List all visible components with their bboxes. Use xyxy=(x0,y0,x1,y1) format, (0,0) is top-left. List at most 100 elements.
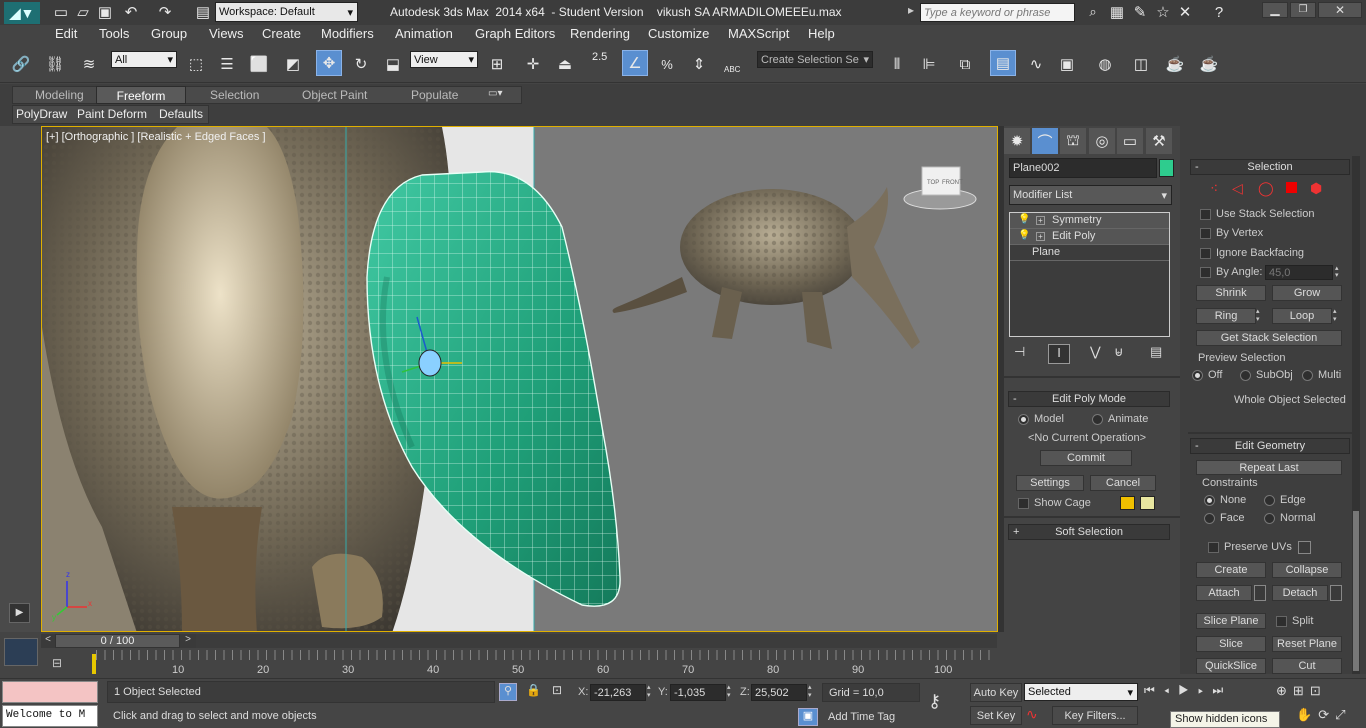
snap-toggle-icon[interactable]: 2.5 xyxy=(592,51,618,75)
selection-filter-dropdown[interactable]: All ▾ xyxy=(111,51,177,68)
preserve-uvs-checkbox[interactable]: Preserve UVs xyxy=(1208,541,1292,553)
close-button[interactable]: ✕ xyxy=(1318,2,1362,18)
ref-coord-dropdown[interactable]: View ▾ xyxy=(410,51,478,68)
preserve-uvs-settings-icon[interactable] xyxy=(1298,541,1311,554)
auto-key-button[interactable]: Auto Key xyxy=(970,683,1022,702)
constraint-normal-radio[interactable]: Normal xyxy=(1264,512,1315,524)
select-by-name-icon[interactable]: ☰ xyxy=(214,51,240,77)
cage-selected-color-swatch[interactable] xyxy=(1140,496,1155,510)
ignore-backfacing-checkbox[interactable]: Ignore Backfacing xyxy=(1200,247,1304,259)
by-vertex-checkbox[interactable]: By Vertex xyxy=(1200,227,1263,239)
lightbulb-icon[interactable]: 💡 xyxy=(1018,214,1030,225)
unlink-icon[interactable]: ⛓ xyxy=(42,51,68,77)
tab-selection[interactable]: Selection xyxy=(210,88,259,102)
slice-plane-button[interactable]: Slice Plane xyxy=(1196,613,1266,629)
expand-plus-icon[interactable]: + xyxy=(1036,232,1045,241)
y-spinner[interactable]: ▴ ▾ xyxy=(727,684,735,701)
bind-spacewarp-icon[interactable]: ≋ xyxy=(76,51,102,77)
exchange-icon[interactable]: ✕ xyxy=(1172,0,1198,24)
create-button[interactable]: Create xyxy=(1196,562,1266,578)
app-logo-icon[interactable]: ◢▼ xyxy=(4,2,40,24)
use-stack-selection-checkbox[interactable]: Use Stack Selection xyxy=(1200,208,1314,220)
pivot-center-icon[interactable]: ⊞ xyxy=(484,51,510,77)
lightbulb-icon[interactable]: 💡 xyxy=(1018,230,1030,241)
manipulate-icon[interactable]: ✛ xyxy=(520,51,546,77)
layers-icon[interactable]: ⧉ xyxy=(952,51,978,77)
set-key-key-icon[interactable]: ⚷ xyxy=(928,691,964,713)
absolute-mode-icon[interactable]: ⊡ xyxy=(552,683,568,701)
menu-modifiers[interactable]: Modifiers xyxy=(321,26,374,41)
stack-item-symmetry[interactable]: 💡 + Symmetry xyxy=(1010,213,1169,229)
help-icon[interactable]: ? xyxy=(1206,0,1232,24)
attach-button[interactable]: Attach xyxy=(1196,585,1252,601)
minimize-button[interactable]: ▁ xyxy=(1262,2,1288,18)
display-tab-icon[interactable]: ▭ xyxy=(1117,128,1143,154)
zoom-all-icon[interactable]: ⊞ xyxy=(1293,683,1310,698)
time-slider-thumb[interactable]: 0 / 100 xyxy=(55,634,180,648)
window-crossing-icon[interactable]: ◩ xyxy=(280,51,306,77)
mini-curve-editor-icon[interactable] xyxy=(4,638,38,666)
object-name-field[interactable]: Plane002 xyxy=(1009,158,1157,178)
cage-color-swatch[interactable] xyxy=(1120,496,1135,510)
y-coordinate-field[interactable]: -1,035 xyxy=(670,684,726,701)
named-selection-dropdown[interactable]: Create Selection Se ▾ xyxy=(757,51,873,68)
viewport[interactable]: [+] [Orthographic ] [Realistic + Edged F… xyxy=(41,126,998,632)
restore-button[interactable]: ❐ xyxy=(1290,2,1316,18)
show-end-result-icon[interactable]: Ι xyxy=(1048,344,1070,364)
schematic-view-icon[interactable]: ▣ xyxy=(1054,51,1080,77)
stack-item-edit-poly[interactable]: 💡 + Edit Poly xyxy=(1010,229,1169,245)
z-coordinate-field[interactable]: 25,502 xyxy=(751,684,807,701)
track-ruler[interactable] xyxy=(96,650,992,660)
x-coordinate-field[interactable]: -21,263 xyxy=(590,684,646,701)
project-folder-icon[interactable]: ▤ xyxy=(190,0,216,24)
scrollbar-thumb[interactable] xyxy=(1353,511,1359,671)
keyboard-shortcut-icon[interactable]: ⏏ xyxy=(552,51,578,77)
menu-create[interactable]: Create xyxy=(262,26,301,41)
undo-icon[interactable]: ↶ xyxy=(118,0,144,24)
quickslice-button[interactable]: QuickSlice xyxy=(1196,658,1266,674)
show-cage-checkbox[interactable]: Show Cage xyxy=(1018,497,1091,509)
workspace-dropdown[interactable]: Workspace: Default ▾ xyxy=(215,2,358,22)
tab-modeling[interactable]: Modeling xyxy=(35,88,84,102)
set-key-button[interactable]: Set Key xyxy=(970,706,1022,725)
menu-edit[interactable]: Edit xyxy=(55,26,77,41)
loop-spinner[interactable]: ▴ ▾ xyxy=(1333,308,1341,324)
make-unique-icon[interactable]: ⋁ xyxy=(1090,344,1101,360)
rendered-frame-icon[interactable]: ☕ xyxy=(1162,51,1188,77)
render-setup-icon[interactable]: ◫ xyxy=(1128,51,1154,77)
maximize-viewport-icon[interactable]: ⤢ xyxy=(1335,707,1351,722)
save-icon[interactable]: ▣ xyxy=(92,0,118,24)
time-slider-track[interactable] xyxy=(196,634,997,648)
modify-tab-icon[interactable]: ⌒ xyxy=(1032,128,1058,154)
ribbon-options-icon[interactable]: ▭▾ xyxy=(488,88,516,102)
preview-off-radio[interactable]: Off xyxy=(1192,369,1222,381)
border-level-icon[interactable]: ◯ xyxy=(1258,180,1274,197)
animate-radio[interactable]: Animate xyxy=(1092,413,1148,425)
edit-poly-mode-header[interactable]: - Edit Poly Mode xyxy=(1008,391,1170,407)
loop-button[interactable]: Loop xyxy=(1272,308,1332,324)
constraint-edge-radio[interactable]: Edge xyxy=(1264,494,1306,506)
edit-geometry-header[interactable]: - Edit Geometry xyxy=(1190,438,1350,454)
object-color-swatch[interactable] xyxy=(1159,159,1174,177)
curve-editor-icon[interactable]: ∿ xyxy=(1023,51,1049,77)
x-spinner[interactable]: ▴ ▾ xyxy=(647,684,655,701)
constraint-none-radio[interactable]: None xyxy=(1204,494,1246,506)
repeat-last-button[interactable]: Repeat Last xyxy=(1196,460,1342,475)
soft-selection-header[interactable]: + Soft Selection xyxy=(1008,524,1170,540)
cancel-button[interactable]: Cancel xyxy=(1090,475,1156,491)
shrink-button[interactable]: Shrink xyxy=(1196,285,1266,301)
maxscript-listener-top[interactable] xyxy=(2,681,98,703)
material-editor-icon[interactable]: ◍ xyxy=(1092,51,1118,77)
time-tag-icon[interactable]: ▣ xyxy=(798,708,818,726)
motion-tab-icon[interactable]: ◎ xyxy=(1089,128,1115,154)
expand-plus-icon[interactable]: + xyxy=(1036,216,1045,225)
menu-graph-editors[interactable]: Graph Editors xyxy=(475,26,555,41)
collapse-button[interactable]: Collapse xyxy=(1272,562,1342,578)
isolate-selection-icon[interactable]: ⚲ xyxy=(499,683,517,701)
help-search-input[interactable]: Type a keyword or phrase xyxy=(920,3,1075,22)
align-icon[interactable]: ⊫ xyxy=(916,51,942,77)
pin-stack-icon[interactable]: ⊣ xyxy=(1014,344,1025,360)
time-next-icon[interactable]: > xyxy=(180,634,196,648)
mirror-icon[interactable]: ⫴ xyxy=(884,51,910,77)
next-frame-icon[interactable]: ▸ xyxy=(1198,683,1212,697)
